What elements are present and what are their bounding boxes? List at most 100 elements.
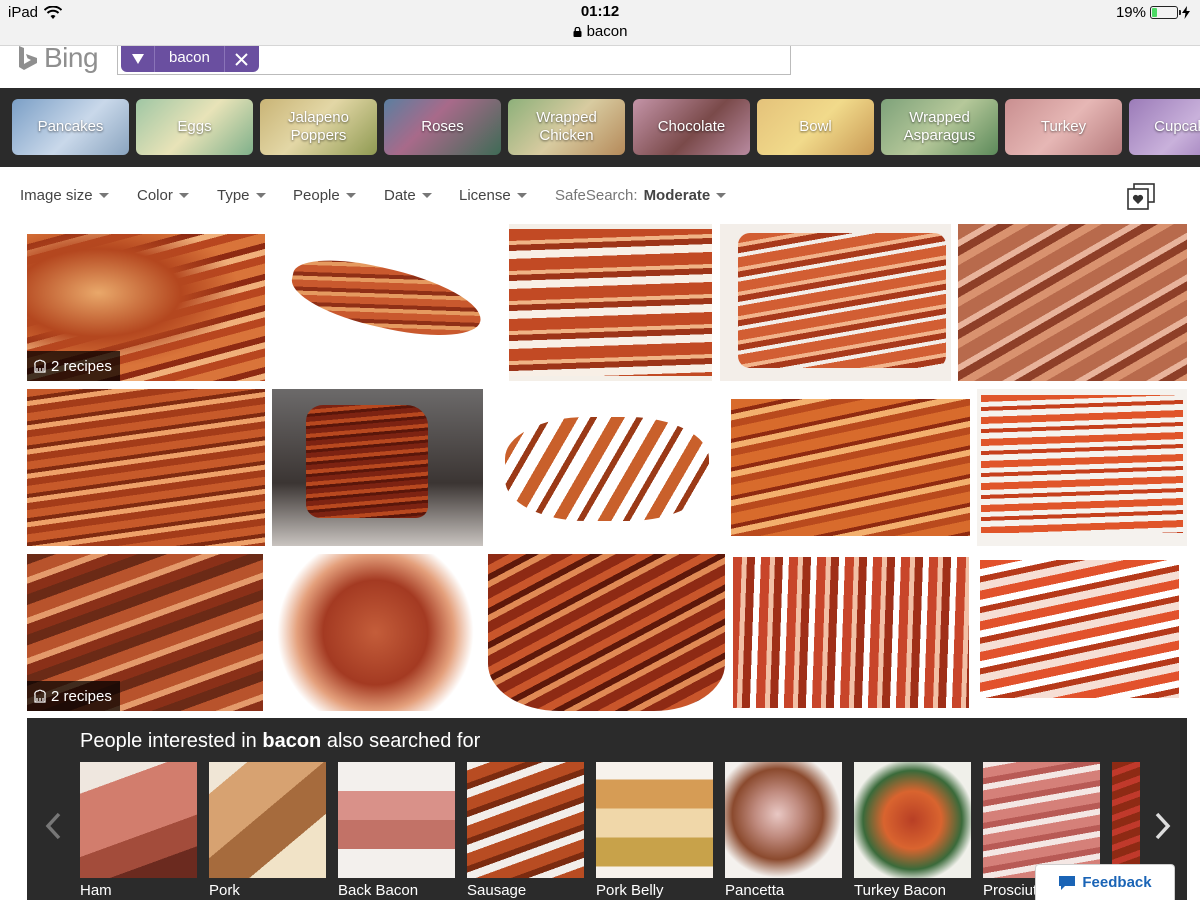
image-result[interactable] <box>977 389 1187 546</box>
filter-label: Type <box>217 187 250 204</box>
related-chip-label: Jalapeno Poppers <box>288 109 349 144</box>
also-searched-panel: People interested in bacon also searched… <box>27 718 1187 900</box>
chevron-left-icon[interactable] <box>43 810 63 842</box>
also-searched-title: People interested in bacon also searched… <box>80 730 480 753</box>
item-label: Pancetta <box>725 882 785 899</box>
image-result[interactable]: 2 recipes <box>27 554 263 711</box>
status-bar: iPad 01:12 bacon 19% <box>0 0 1200 46</box>
filter-license[interactable]: License <box>459 187 527 204</box>
related-chip-roses[interactable]: Roses <box>384 99 501 155</box>
also-searched-pancetta[interactable]: Pancetta <box>725 762 842 899</box>
image-result[interactable] <box>488 554 725 711</box>
bing-wordmark: Bing <box>44 42 99 73</box>
filter-type[interactable]: Type <box>217 187 266 204</box>
also-searched-ham[interactable]: Ham <box>80 762 197 899</box>
feedback-label: Feedback <box>1082 874 1152 891</box>
related-chip-eggs[interactable]: Eggs <box>136 99 253 155</box>
related-searches-strip: Pancakes Eggs Jalapeno Poppers Roses Wra… <box>0 88 1200 167</box>
related-chip-chocolate[interactable]: Chocolate <box>633 99 750 155</box>
thumbnail <box>80 762 197 878</box>
related-chip-pancakes[interactable]: Pancakes <box>12 99 129 155</box>
also-searched-back-bacon[interactable]: Back Bacon <box>338 762 455 899</box>
image-result[interactable] <box>720 224 951 381</box>
filter-label: Image size <box>20 187 93 204</box>
item-label: Back Bacon <box>338 882 419 899</box>
thumbnail <box>209 762 326 878</box>
also-searched-partial[interactable] <box>1112 762 1140 878</box>
image-result[interactable] <box>491 389 723 546</box>
image-result[interactable]: 1 recipe <box>271 554 480 711</box>
clear-query-icon[interactable] <box>225 46 259 72</box>
query-text: bacon <box>155 46 225 72</box>
query-chip[interactable]: bacon <box>121 46 259 72</box>
caret-down-icon <box>516 193 527 198</box>
image-result[interactable] <box>272 234 502 381</box>
caret-down-icon <box>178 193 189 198</box>
filter-color[interactable]: Color <box>137 187 189 204</box>
recipe-badge: 1 recipe <box>271 681 357 711</box>
caret-down-icon <box>716 193 727 198</box>
related-chip-cupcakes[interactable]: Cupcakes <box>1129 99 1200 155</box>
recipe-badge: 2 recipes <box>27 351 120 381</box>
thumbnail <box>725 762 842 878</box>
charging-icon <box>1182 6 1190 19</box>
filter-people[interactable]: People <box>293 187 356 204</box>
image-result[interactable] <box>733 554 969 711</box>
address-bar[interactable]: bacon <box>0 23 1200 40</box>
title-query: bacon <box>262 730 322 752</box>
chip-dropdown-icon[interactable] <box>121 46 155 72</box>
also-searched-pork-belly[interactable]: Pork Belly <box>596 762 713 899</box>
bing-b-icon <box>19 46 37 70</box>
also-searched-turkey-bacon[interactable]: Turkey Bacon <box>854 762 971 899</box>
filter-label: People <box>293 187 340 204</box>
recipe-count: 2 recipes <box>51 687 112 705</box>
status-right: 19% <box>1116 4 1190 21</box>
related-chip-jalapeno-poppers[interactable]: Jalapeno Poppers <box>260 99 377 155</box>
thumbnail <box>596 762 713 878</box>
feedback-button[interactable]: Feedback <box>1035 864 1175 900</box>
caret-down-icon <box>98 193 109 198</box>
chevron-right-icon[interactable] <box>1153 810 1173 842</box>
recipe-count: 1 recipe <box>295 687 349 705</box>
also-searched-sausage[interactable]: Sausage <box>467 762 584 899</box>
image-result[interactable] <box>958 224 1187 381</box>
filter-label: License <box>459 187 511 204</box>
search-header: Bing bacon <box>0 42 1200 88</box>
image-result[interactable]: 2 recipes <box>27 234 265 381</box>
filter-image-size[interactable]: Image size <box>20 187 109 204</box>
filter-label: Color <box>137 187 173 204</box>
related-chip-bowl[interactable]: Bowl <box>757 99 874 155</box>
image-result[interactable] <box>976 554 1187 711</box>
image-result[interactable] <box>27 389 265 546</box>
lock-icon <box>573 27 582 37</box>
thumbnail <box>854 762 971 878</box>
filter-label: Date <box>384 187 416 204</box>
filter-date[interactable]: Date <box>384 187 432 204</box>
recipe-badge: 2 recipes <box>27 681 120 711</box>
caret-down-icon <box>255 193 266 198</box>
chef-hat-icon <box>278 689 290 703</box>
bing-logo[interactable]: Bing <box>18 42 99 73</box>
related-chip-wrapped-chicken[interactable]: Wrapped Chicken <box>508 99 625 155</box>
related-chip-label: Wrapped Chicken <box>536 109 597 144</box>
related-chip-label: Cupcakes <box>1154 118 1200 135</box>
screen: iPad 01:12 bacon 19% Bing bacon Pancakes… <box>0 0 1200 900</box>
also-searched-pork[interactable]: Pork <box>209 762 326 899</box>
thumbnail <box>983 762 1100 878</box>
related-chip-label: Pancakes <box>37 118 104 135</box>
title-suffix: also searched for <box>326 730 481 752</box>
clock: 01:12 <box>580 3 620 20</box>
chef-hat-icon <box>34 359 46 373</box>
image-result[interactable] <box>272 389 483 546</box>
image-result[interactable] <box>509 224 712 381</box>
image-result[interactable] <box>731 399 970 536</box>
title-prefix: People interested in <box>80 730 257 752</box>
search-box[interactable]: bacon <box>117 46 791 75</box>
collections-icon[interactable] <box>1126 183 1156 211</box>
related-chip-turkey[interactable]: Turkey <box>1005 99 1122 155</box>
battery-icon <box>1150 6 1181 19</box>
filter-bar: Image size Color Type People Date Licens… <box>0 167 1200 223</box>
safesearch-dropdown[interactable]: SafeSearch: Moderate <box>555 187 727 204</box>
related-chip-wrapped-asparagus[interactable]: Wrapped Asparagus <box>881 99 998 155</box>
thumbnail <box>467 762 584 878</box>
